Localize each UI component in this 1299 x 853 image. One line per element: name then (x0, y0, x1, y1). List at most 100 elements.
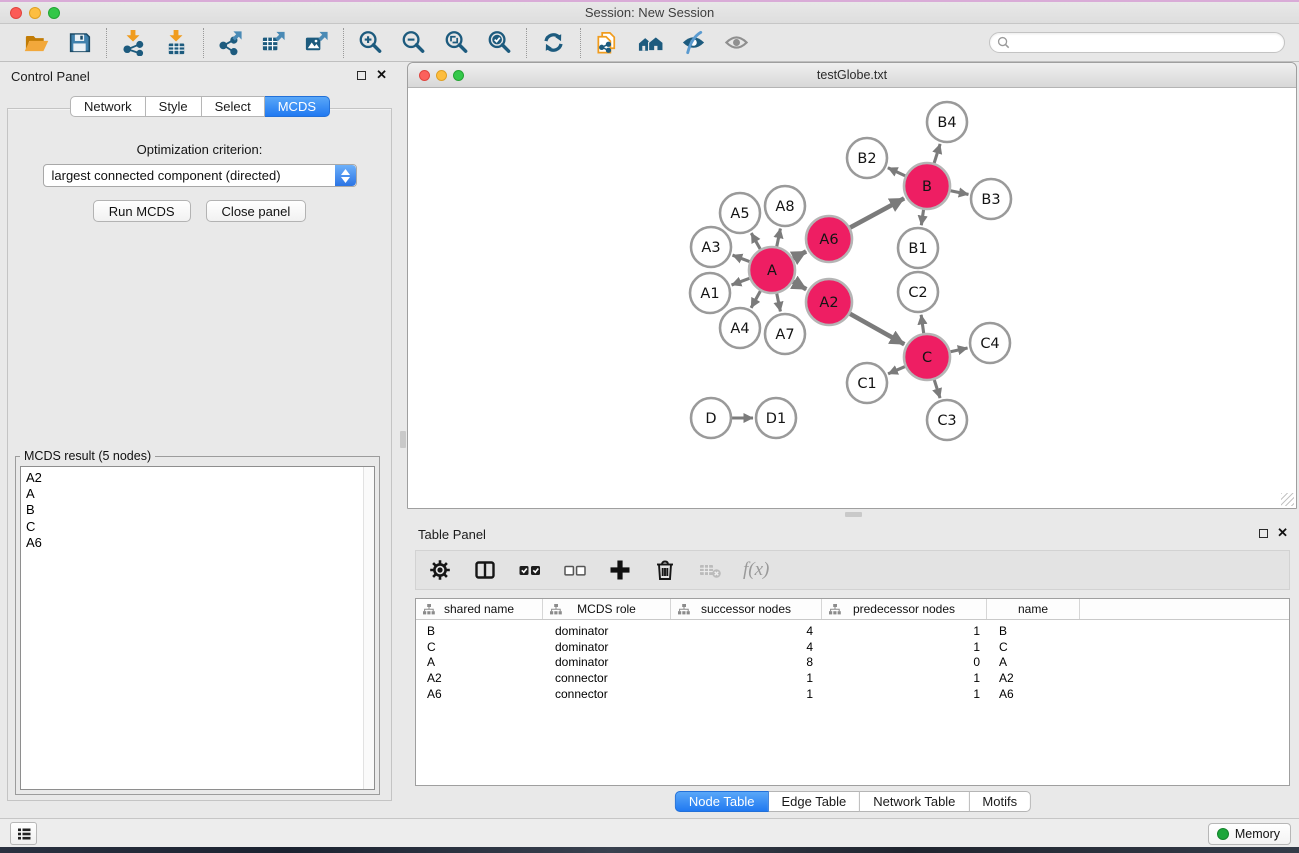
graph-edge-B-B3[interactable] (951, 191, 969, 195)
task-history-button[interactable] (10, 822, 37, 845)
float-panel-icon[interactable] (357, 71, 366, 80)
column-header-successor-nodes[interactable]: successor nodes (671, 599, 822, 619)
graph-edge-C-C4[interactable] (950, 348, 967, 352)
graph-edge-A-A5[interactable] (751, 233, 760, 249)
mcds-result-item[interactable]: A (21, 486, 374, 502)
table-row[interactable]: A2connector11A2 (416, 670, 1289, 686)
table-cell[interactable]: A (987, 655, 1080, 669)
mcds-result-item[interactable]: A6 (21, 535, 374, 551)
graph-node-A5[interactable]: A5 (720, 193, 760, 233)
graph-node-D[interactable]: D (691, 398, 731, 438)
table-cell[interactable]: C (987, 640, 1080, 654)
zoom-out-icon[interactable] (400, 29, 427, 56)
tab-network-table[interactable]: Network Table (860, 791, 969, 812)
table-cell[interactable]: 1 (822, 671, 987, 685)
memory-button[interactable]: Memory (1208, 823, 1291, 845)
column-header-predecessor-nodes[interactable]: predecessor nodes (822, 599, 987, 619)
table-cell[interactable]: 1 (822, 687, 987, 701)
table-cell[interactable]: connector (543, 687, 671, 701)
table-cell[interactable]: 8 (671, 655, 822, 669)
graph-node-A3[interactable]: A3 (691, 227, 731, 267)
close-panel-icon[interactable]: ✕ (376, 67, 387, 83)
column-header-name[interactable]: name (987, 599, 1080, 619)
graph-edge-B-B1[interactable] (921, 210, 923, 225)
column-header-mcds-role[interactable]: MCDS role (543, 599, 671, 619)
table-cell[interactable]: B (416, 624, 543, 638)
graph-edge-A-A3[interactable] (733, 255, 750, 261)
graph-node-A7[interactable]: A7 (765, 314, 805, 354)
close-panel-button[interactable]: Close panel (206, 200, 307, 222)
graph-edge-A-A4[interactable] (751, 291, 760, 308)
graph-node-B[interactable]: B (904, 163, 950, 209)
close-table-panel-icon[interactable]: ✕ (1277, 525, 1288, 541)
table-row[interactable]: Bdominator41B (416, 623, 1289, 639)
graph-node-A2[interactable]: A2 (806, 279, 852, 325)
table-cell[interactable]: 1 (822, 624, 987, 638)
search-box[interactable] (989, 32, 1285, 53)
graph-node-A4[interactable]: A4 (720, 308, 760, 348)
table-cell[interactable]: dominator (543, 655, 671, 669)
export-table-icon[interactable] (260, 29, 287, 56)
table-row[interactable]: Adominator80A (416, 654, 1289, 670)
select-all-checkboxes-icon[interactable] (518, 558, 542, 582)
toggle-column-view-icon[interactable] (473, 558, 497, 582)
graph-edge-A6-B[interactable] (850, 198, 904, 227)
tab-network[interactable]: Network (70, 96, 146, 117)
table-cell[interactable]: dominator (543, 624, 671, 638)
table-cell[interactable]: 4 (671, 624, 822, 638)
zoom-fit-icon[interactable] (443, 29, 470, 56)
graph-edge-C-C3[interactable] (934, 380, 940, 398)
deselect-all-checkboxes-icon[interactable] (563, 558, 587, 582)
table-cell[interactable]: A6 (416, 687, 543, 701)
table-cell[interactable]: 1 (671, 671, 822, 685)
graph-edge-A2-C[interactable] (850, 314, 904, 345)
graph-node-B2[interactable]: B2 (847, 138, 887, 178)
zoom-selected-icon[interactable] (486, 29, 513, 56)
network-canvas[interactable]: B4B2BB3A8A5A6A3B1AA1C2A2A4A7C4CC1C3DD1 (409, 89, 1295, 507)
graph-edge-A-A1[interactable] (732, 278, 750, 285)
graph-edge-A-A8[interactable] (777, 229, 781, 247)
table-cell[interactable]: C (416, 640, 543, 654)
settings-gear-icon[interactable] (428, 558, 452, 582)
duplicate-network-icon[interactable] (594, 29, 621, 56)
export-network-icon[interactable] (217, 29, 244, 56)
float-table-panel-icon[interactable] (1259, 529, 1268, 538)
table-cell[interactable]: B (987, 624, 1080, 638)
show-eye-icon[interactable] (723, 29, 750, 56)
refresh-layout-icon[interactable] (540, 29, 567, 56)
home-networks-icon[interactable] (637, 29, 664, 56)
graph-node-B3[interactable]: B3 (971, 179, 1011, 219)
horizontal-splitter-grip[interactable] (845, 512, 862, 517)
graph-node-B1[interactable]: B1 (898, 228, 938, 268)
table-cell[interactable]: A (416, 655, 543, 669)
graph-node-C1[interactable]: C1 (847, 363, 887, 403)
tab-motifs[interactable]: Motifs (969, 791, 1031, 812)
table-cell[interactable]: 0 (822, 655, 987, 669)
graph-node-B4[interactable]: B4 (927, 102, 967, 142)
graph-node-A8[interactable]: A8 (765, 186, 805, 226)
table-row[interactable]: Cdominator41C (416, 639, 1289, 655)
tab-select[interactable]: Select (202, 96, 265, 117)
zoom-in-icon[interactable] (357, 29, 384, 56)
delete-column-icon[interactable] (653, 558, 677, 582)
graph-edge-C-C1[interactable] (888, 367, 905, 374)
graph-node-A1[interactable]: A1 (690, 273, 730, 313)
table-cell[interactable]: 1 (822, 640, 987, 654)
save-session-icon[interactable] (66, 29, 93, 56)
graph-node-D1[interactable]: D1 (756, 398, 796, 438)
mcds-result-item[interactable]: A2 (21, 470, 374, 486)
import-table-icon[interactable] (163, 29, 190, 56)
vertical-splitter-grip[interactable] (400, 431, 406, 448)
mcds-result-item[interactable]: C (21, 519, 374, 535)
table-cell[interactable]: 1 (671, 687, 822, 701)
graph-node-C4[interactable]: C4 (970, 323, 1010, 363)
import-network-icon[interactable] (120, 29, 147, 56)
graph-node-C3[interactable]: C3 (927, 400, 967, 440)
graph-node-C2[interactable]: C2 (898, 272, 938, 312)
graph-edge-B-B2[interactable] (888, 168, 905, 176)
tab-node-table[interactable]: Node Table (675, 791, 769, 812)
graph-node-C[interactable]: C (904, 334, 950, 380)
graph-edge-C-C2[interactable] (921, 315, 924, 333)
mcds-result-list[interactable]: A2ABCA6 (20, 466, 375, 790)
hide-eye-icon[interactable] (680, 29, 707, 56)
